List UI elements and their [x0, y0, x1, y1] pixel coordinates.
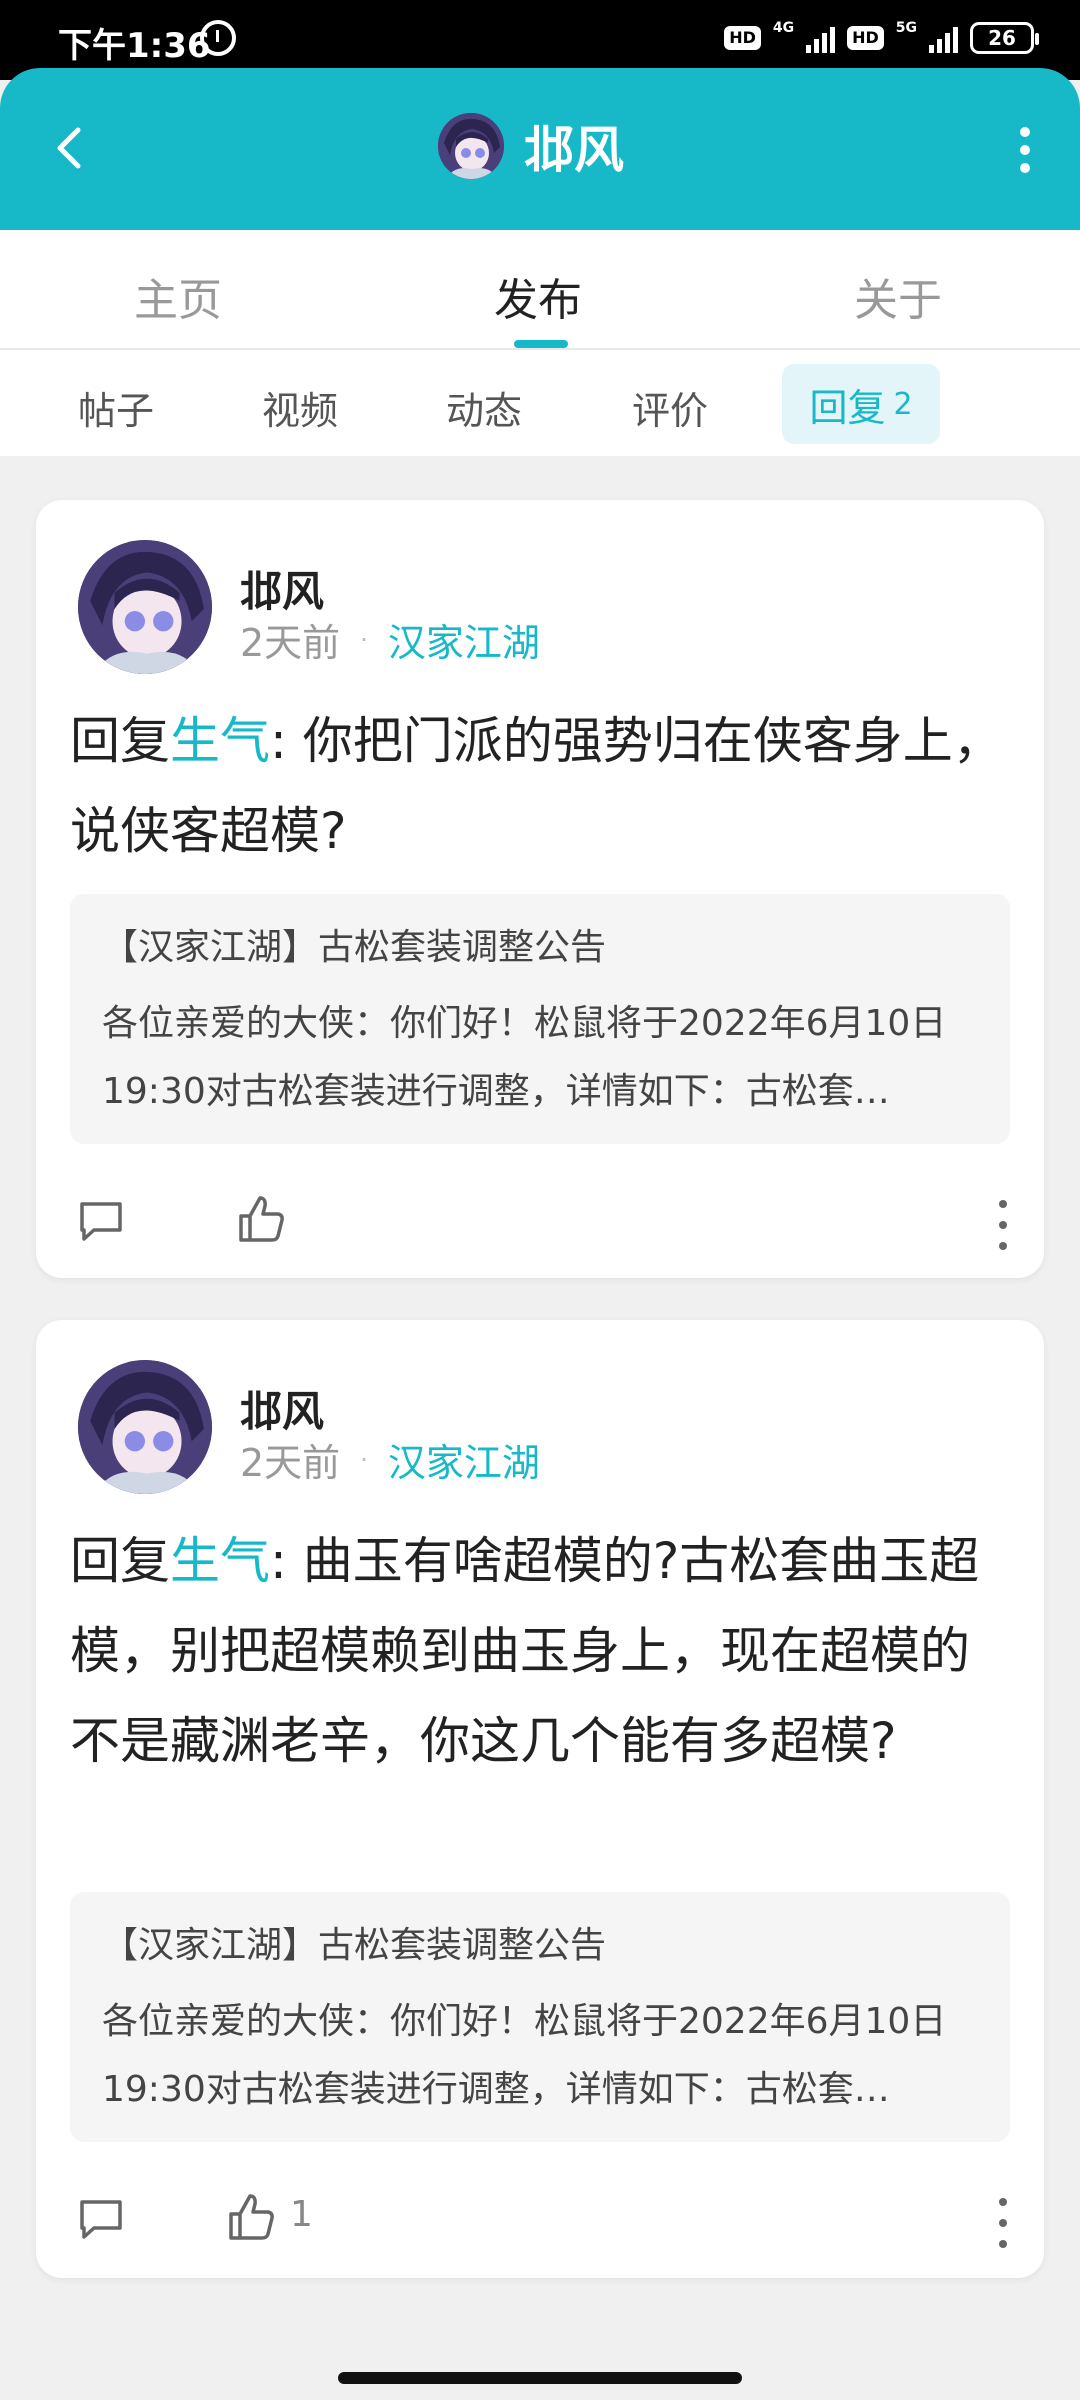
post-more-button[interactable]	[996, 2198, 1010, 2248]
separator-dot: ·	[360, 625, 368, 654]
post-meta: 2天前 · 汉家江湖	[240, 612, 540, 667]
avatar[interactable]	[78, 1360, 212, 1494]
network-type: 5G	[895, 20, 917, 36]
sub-tabs: 帖子 视频 动态 评价 回复 2	[0, 350, 1080, 456]
profile-header: 邶风	[0, 68, 1080, 230]
status-time: 下午1:36	[58, 26, 211, 66]
post-actions	[36, 1184, 1044, 1264]
author-name[interactable]: 邶风	[240, 558, 324, 619]
reply-mention[interactable]: 生气	[170, 1532, 270, 1590]
quoted-body: 各位亲爱的大侠：你们好！松鼠将于2022年6月10日19:30对古松套装进行调整…	[102, 2001, 947, 2110]
avatar[interactable]	[78, 540, 212, 674]
quoted-body: 各位亲爱的大侠：你们好！松鼠将于2022年6月10日19:30对古松套装进行调整…	[102, 1003, 947, 1112]
reply-prefix: 回复	[70, 1532, 170, 1590]
more-button[interactable]	[1010, 120, 1040, 180]
reply-content: 回复生气: 你把门派的强势归在侠客身上，说侠客超模?	[70, 696, 1010, 876]
subtab-label: 回复	[809, 385, 886, 430]
post-more-button[interactable]	[996, 1200, 1010, 1250]
comment-icon[interactable]	[76, 1196, 126, 1246]
reply-content: 回复生气: 曲玉有啥超模的?古松套曲玉超模，别把超模赖到曲玉身上，现在超模的不是…	[70, 1516, 1010, 1786]
avatar	[438, 113, 504, 179]
post-time: 2天前	[240, 621, 341, 665]
chevron-left-icon	[57, 127, 81, 169]
reply-mention[interactable]: 生气	[170, 712, 270, 770]
subtab-reviews[interactable]: 评价	[632, 380, 708, 435]
subtab-count: 2	[893, 386, 913, 422]
alarm-icon	[200, 20, 236, 56]
header-title: 邶风	[524, 121, 624, 179]
hd-badge: HD	[724, 26, 761, 50]
active-tab-indicator	[514, 340, 568, 348]
post-actions: 1	[36, 2182, 1044, 2262]
board-link[interactable]: 汉家江湖	[388, 612, 540, 667]
post-meta: 2天前 · 汉家江湖	[240, 1432, 540, 1487]
battery-icon: 26	[970, 22, 1039, 54]
quoted-post[interactable]: 【汉家江湖】古松套装调整公告 各位亲爱的大侠：你们好！松鼠将于2022年6月10…	[70, 1892, 1010, 2142]
signal-icon	[929, 23, 958, 53]
reply-prefix: 回复	[70, 712, 170, 770]
reply-card[interactable]: 邶风 2天前 · 汉家江湖 回复生气: 曲玉有啥超模的?古松套曲玉超模，别把超模…	[36, 1320, 1044, 2278]
more-vertical-icon	[1020, 127, 1030, 173]
reply-card[interactable]: 邶风 2天前 · 汉家江湖 回复生气: 你把门派的强势归在侠客身上，说侠客超模?…	[36, 500, 1044, 1278]
board-link[interactable]: 汉家江湖	[388, 1432, 540, 1487]
post-time: 2天前	[240, 1441, 341, 1485]
status-indicators: HD 4G HD 5G 26	[724, 20, 1039, 54]
subtab-moments[interactable]: 动态	[446, 380, 522, 435]
header-user[interactable]: 邶风	[438, 110, 624, 182]
author-name[interactable]: 邶风	[240, 1378, 324, 1439]
home-indicator[interactable]	[338, 2372, 742, 2384]
signal-icon	[806, 23, 836, 53]
tab-home[interactable]: 主页	[134, 264, 222, 328]
tab-about[interactable]: 关于	[854, 264, 942, 328]
subtab-replies[interactable]: 回复 2	[782, 364, 940, 444]
main-tabs: 主页 发布 关于	[0, 230, 1080, 350]
comment-icon[interactable]	[76, 2194, 126, 2244]
hd-badge: HD	[847, 26, 884, 50]
like-icon[interactable]	[236, 1192, 286, 1246]
subtab-posts[interactable]: 帖子	[78, 380, 154, 435]
quoted-title: 【汉家江湖】古松套装调整公告	[102, 927, 607, 968]
tab-publish[interactable]: 发布	[494, 264, 582, 328]
like-count: 1	[290, 2194, 313, 2235]
quoted-title: 【汉家江湖】古松套装调整公告	[102, 1925, 607, 1966]
back-button[interactable]	[44, 120, 100, 176]
like-icon[interactable]	[226, 2190, 276, 2244]
separator-dot: ·	[360, 1445, 368, 1474]
quoted-post[interactable]: 【汉家江湖】古松套装调整公告 各位亲爱的大侠：你们好！松鼠将于2022年6月10…	[70, 894, 1010, 1144]
subtab-videos[interactable]: 视频	[262, 380, 338, 435]
network-type: 4G	[772, 20, 795, 36]
